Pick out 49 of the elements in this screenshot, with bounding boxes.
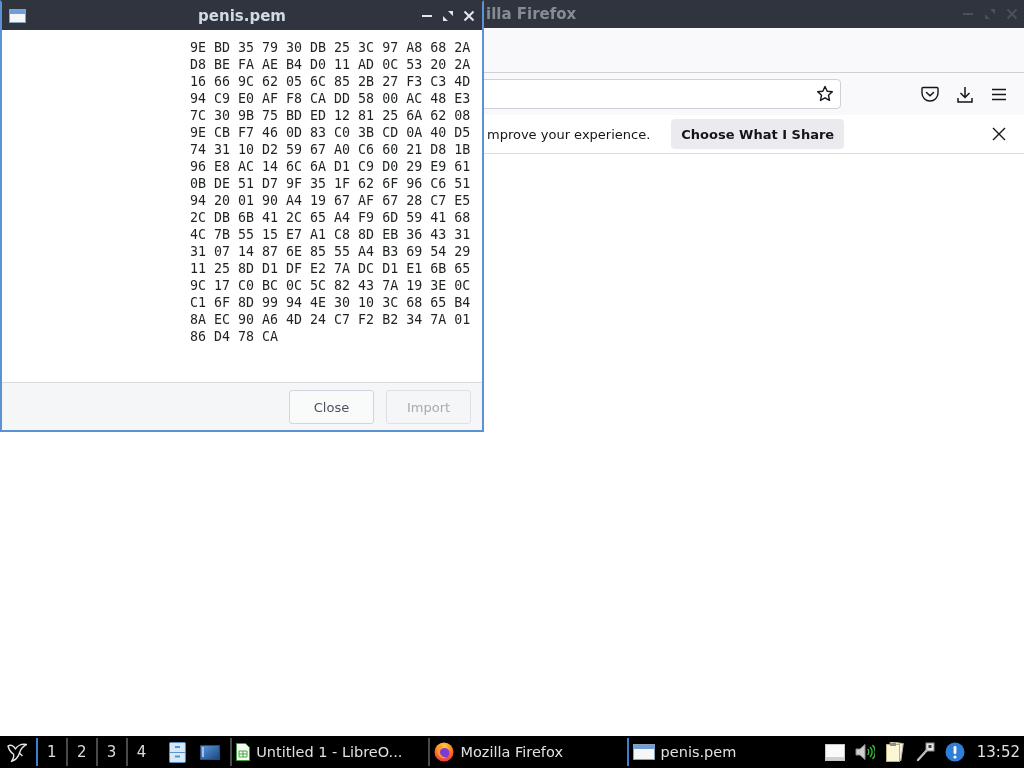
- speaker-icon[interactable]: [854, 743, 875, 761]
- spreadsheet-icon: [236, 743, 251, 761]
- menu-icon[interactable]: [991, 87, 1007, 101]
- maximize-icon[interactable]: [442, 10, 454, 22]
- hex-line: 2C DB 6B 41 2C 65 A4 F9 6D 59 41 68: [190, 209, 471, 226]
- dialog-button[interactable]: Close: [289, 390, 374, 424]
- drive-icon[interactable]: [824, 743, 845, 761]
- hex-line: 7C 30 9B 75 BD ED 12 81 25 6A 62 08: [190, 107, 471, 124]
- hex-line: 16 66 9C 62 05 6C 85 2B 27 F3 C3 4D: [190, 73, 471, 90]
- shield-chevron-icon[interactable]: [921, 86, 939, 102]
- hex-line: 11 25 8D D1 DF E2 7A DC D1 E1 6B 65: [190, 260, 471, 277]
- window-icon: [632, 744, 655, 760]
- hex-line: 94 C9 E0 AF F8 CA DD 58 00 AC 48 E3: [190, 90, 471, 107]
- window-title: illa Firefox: [486, 5, 578, 23]
- download-icon[interactable]: [957, 85, 973, 103]
- plug-icon[interactable]: [914, 742, 935, 762]
- task-button[interactable]: penis.pem: [626, 738, 825, 766]
- file-cabinet-icon[interactable]: [169, 741, 187, 763]
- screen-icon[interactable]: [200, 744, 221, 760]
- hex-line: 9C 17 C0 BC 0C 5C 82 43 7A 19 3E 0C: [190, 277, 471, 294]
- hex-line: 86 D4 78 CA: [190, 328, 279, 345]
- star-icon[interactable]: [816, 85, 834, 103]
- bird-icon[interactable]: [6, 741, 28, 763]
- clock[interactable]: 13:52: [976, 743, 1020, 761]
- workspace-button[interactable]: 1: [35, 738, 66, 766]
- notification-text: mprove your experience.: [487, 126, 651, 142]
- flame-globe-icon: [434, 742, 455, 762]
- hex-line: 9E BD 35 79 30 DB 25 3C 97 A8 68 2A: [190, 39, 471, 56]
- hex-line: 74 31 10 D2 59 67 A0 C6 60 21 D8 1B: [190, 141, 471, 158]
- hex-line: C1 6F 8D 99 94 4E 30 10 3C 68 65 B4: [190, 294, 471, 311]
- window-icon: [9, 9, 26, 23]
- window-title: penis.pem: [198, 7, 286, 25]
- workspace-button[interactable]: 3: [95, 738, 126, 766]
- hex-line: 0B DE 51 D7 9F 35 1F 62 6F 96 C6 51: [190, 175, 471, 192]
- hex-line: 4C 7B 55 15 E7 A1 C8 8D EB 36 43 31: [190, 226, 471, 243]
- exclamation-icon[interactable]: [944, 742, 965, 762]
- hex-line: 8A EC 90 A6 4D 24 C7 F2 B2 34 7A 01: [190, 311, 471, 328]
- workspace-button[interactable]: 4: [125, 738, 156, 766]
- task-button[interactable]: Untitled 1 - LibreO...: [230, 738, 429, 766]
- hex-line: D8 BE FA AE B4 D0 11 AD 0C 53 20 2A: [190, 56, 471, 73]
- close-icon[interactable]: [992, 127, 1006, 141]
- choose-share-button[interactable]: Choose What I Share: [671, 119, 845, 149]
- hex-line: 94 20 01 90 A4 19 67 AF 67 28 C7 E5: [190, 192, 471, 209]
- hex-line: 96 E8 AC 14 6C 6A D1 C9 D0 29 E9 61: [190, 158, 471, 175]
- task-button[interactable]: Mozilla Firefox: [428, 738, 627, 766]
- notes-icon[interactable]: [884, 742, 905, 762]
- hex-line: 9E CB F7 46 0D 83 C0 3B CD 0A 40 D5: [190, 124, 471, 141]
- hex-line: 31 07 14 87 6E 85 55 A4 B3 69 54 29: [190, 243, 471, 260]
- workspace-button[interactable]: 2: [65, 738, 96, 766]
